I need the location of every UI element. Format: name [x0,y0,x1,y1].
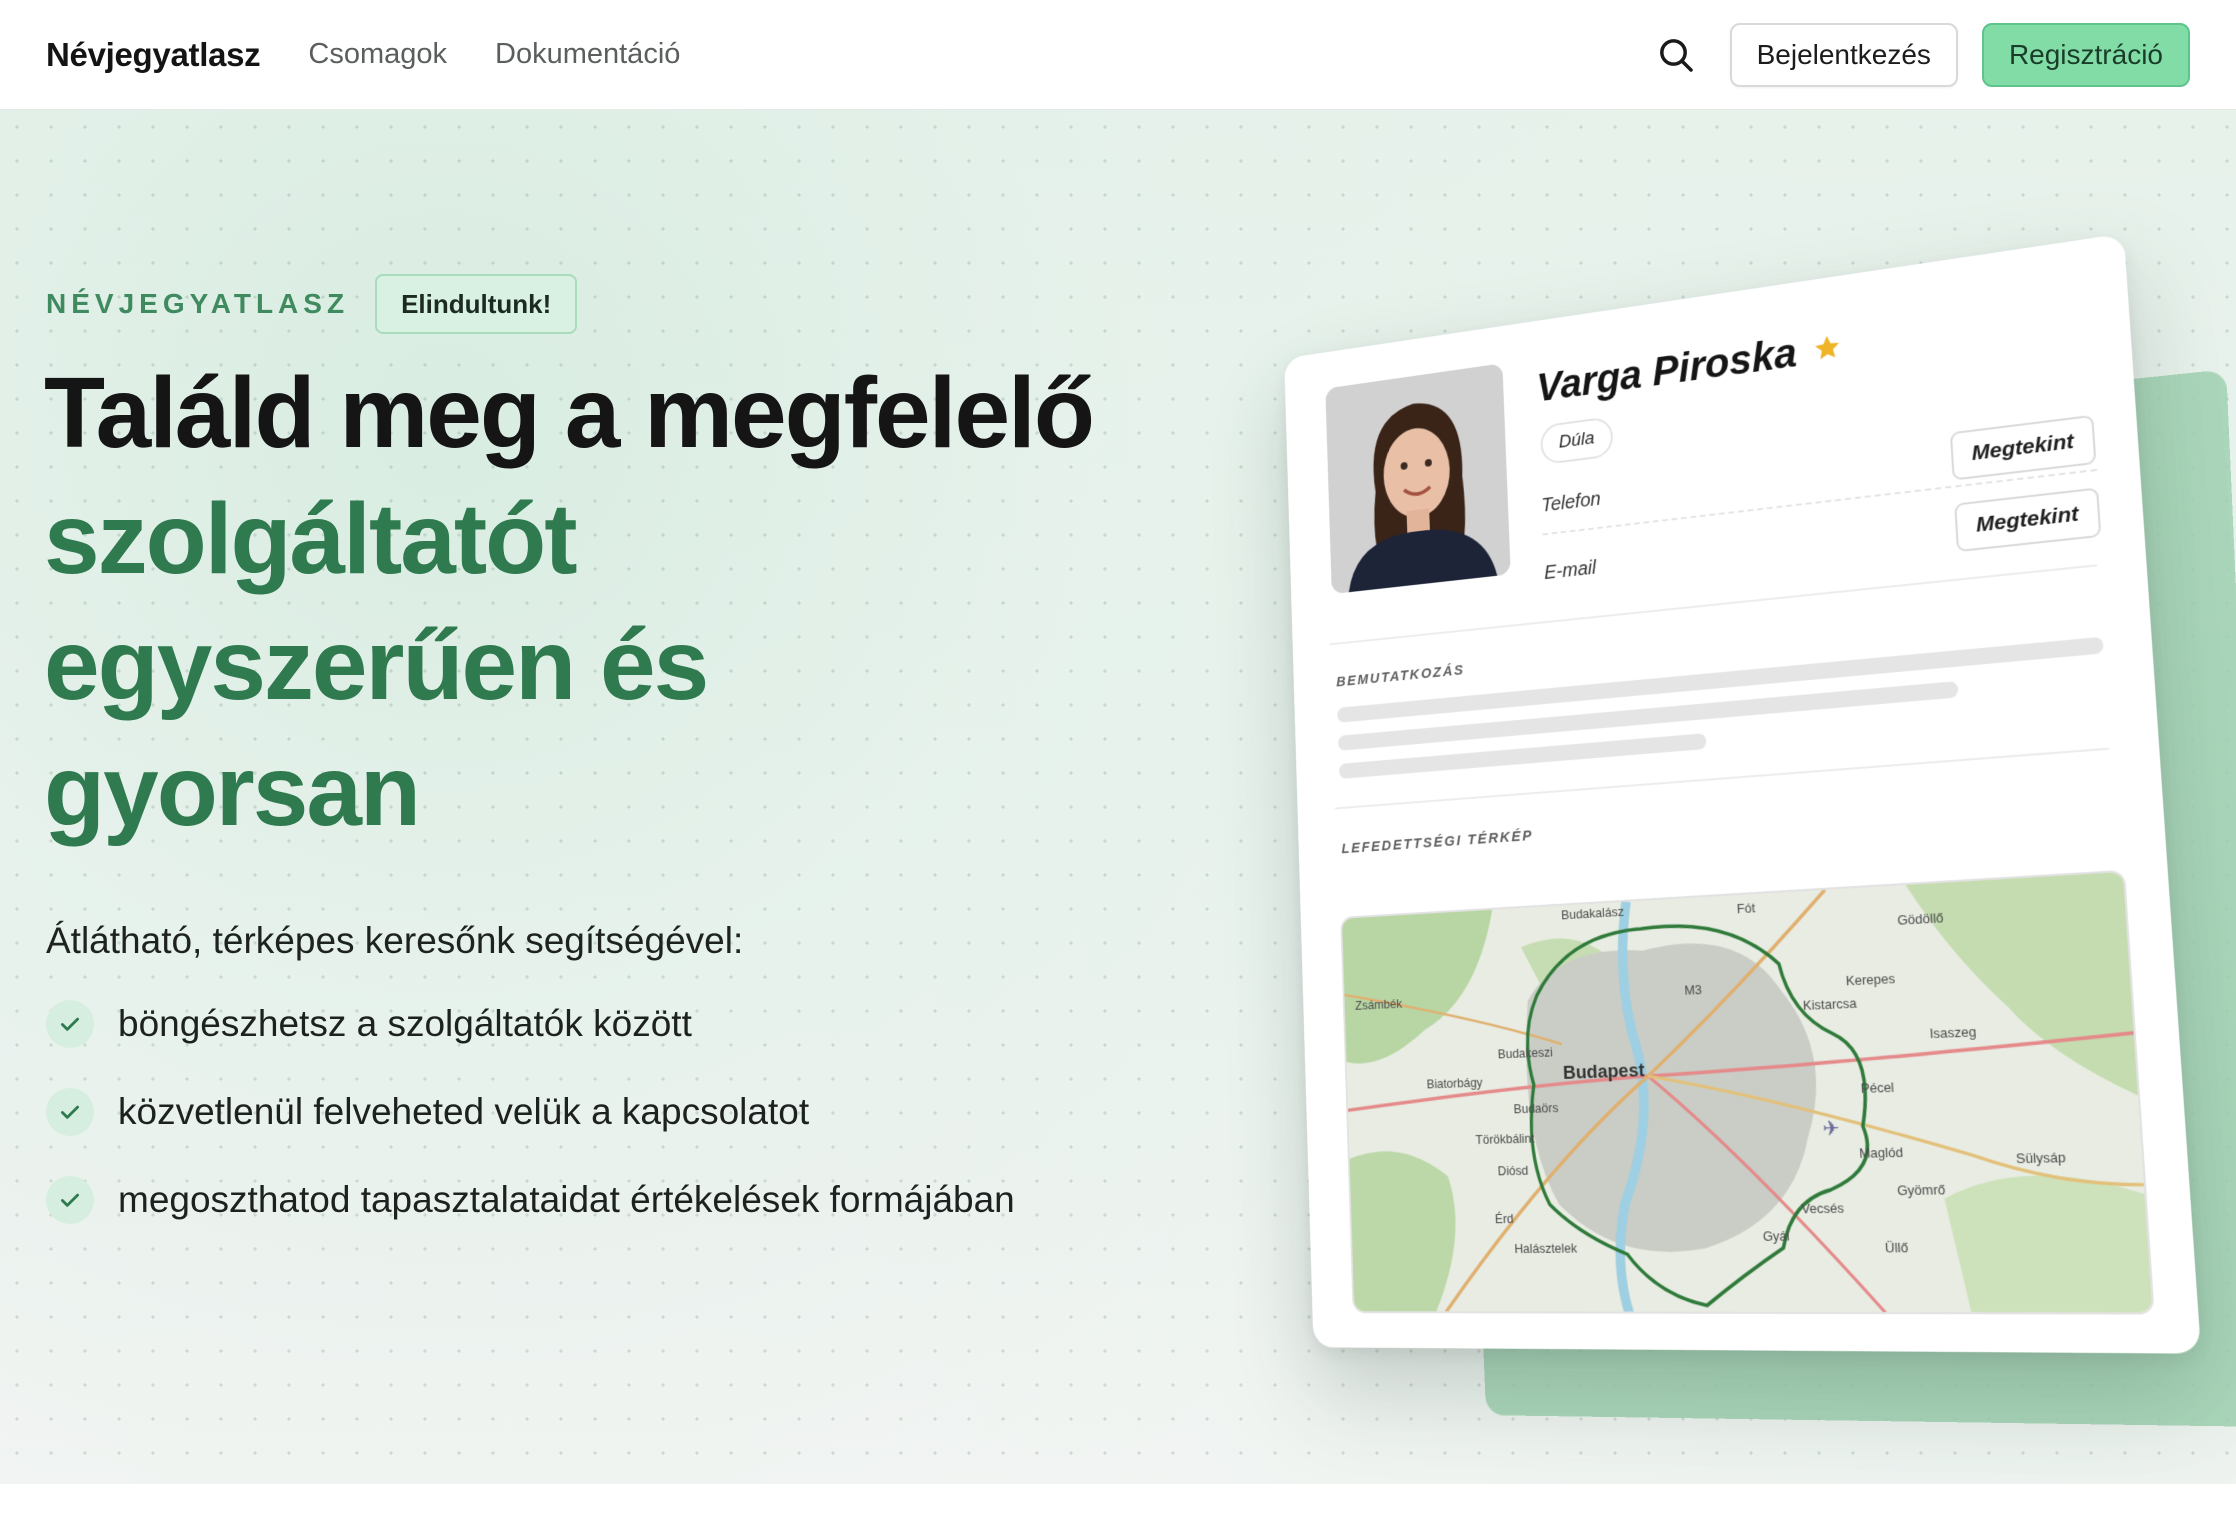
intro-section-label: BEMUTATKOZÁS [1336,661,1466,691]
airport-icon: ✈ [1822,1116,1840,1140]
map-place-label: Törökbálint [1475,1131,1535,1147]
map-place-label: Halásztelek [1514,1241,1578,1257]
map-place-label: Zsámbék [1355,996,1403,1013]
map-place-label: Vecsés [1801,1200,1844,1216]
map-place-label: Budaörs [1513,1100,1558,1116]
feature-text: megoszthatod tapasztalataidat értékelése… [118,1179,1015,1220]
feature-text: böngészhetsz a szolgáltatók között [118,1003,692,1044]
check-icon [46,1000,94,1048]
headline-line: gyorsan [44,735,421,847]
nav-link-dokumentacio[interactable]: Dokumentáció [495,38,680,71]
map-place-label: M3 [1684,982,1702,998]
map-place-label: Fót [1736,900,1756,916]
map-place-label: Gödöllő [1897,910,1944,928]
feature-item: közvetlenül felveheted velük a kapcsolat… [46,1068,1015,1156]
launch-badge: Elindultunk! [375,274,578,334]
search-icon [1659,38,1693,72]
headline-line: egyszerűen és [44,609,709,721]
search-button[interactable] [1650,29,1702,81]
phone-label: Telefon [1541,487,1602,516]
map-place-label: Kerepes [1845,971,1895,989]
hero-headline: Találd meg a megfelelő szolgáltatót egys… [44,350,1144,854]
hero-lead-text: Átlátható, térképes keresőnk segítségéve… [46,920,744,961]
map-place-label: Isaszeg [1929,1024,1977,1041]
map-place-label: Pécel [1860,1080,1894,1097]
headline-line: Találd meg a megfelelő [44,357,1095,469]
map-place-label: Budakeszi [1497,1045,1553,1062]
feature-item: böngészhetsz a szolgáltatók között [46,980,1015,1068]
coverage-map[interactable]: Budakalász Fót Gödöllő Zsámbék M3 Kerepe… [1340,869,2155,1315]
hero-eyebrow: NÉVJEGYATLASZ [46,288,350,319]
email-label: E-mail [1543,556,1597,584]
map-place-label: Biatorbágy [1426,1075,1483,1091]
brand-logo[interactable]: Névjegyatlasz [46,36,261,74]
check-icon [46,1176,94,1224]
map-place-label: Sülysáp [2016,1150,2067,1167]
profile-name: Varga Piroska [1535,329,1798,410]
avatar-portrait-image [1325,363,1511,595]
top-navbar: Névjegyatlasz Csomagok Dokumentáció Beje… [0,0,2236,110]
map-place-label: Diósd [1497,1163,1528,1178]
map-place-label: Kistarcsa [1803,996,1858,1014]
map-place-label: Budapest [1563,1059,1645,1083]
login-button[interactable]: Bejelentkezés [1729,22,1958,87]
check-icon [46,1088,94,1136]
avatar [1325,363,1511,595]
feature-list: böngészhetsz a szolgáltatók között közve… [46,980,1015,1244]
map-place-label: Érd [1495,1210,1514,1226]
headline-line: szolgáltatót [44,483,578,595]
coverage-map-graphic: Budakalász Fót Gödöllő Zsámbék M3 Kerepe… [1342,871,2155,1315]
nav-link-csomagok[interactable]: Csomagok [308,38,447,71]
feature-item: megoszthatod tapasztalataidat értékelése… [46,1156,1015,1244]
profile-name-row: Varga Piroska [1536,323,1843,411]
coverage-map-label: LEFEDETTSÉGI TÉRKÉP [1341,827,1534,858]
hero-eyebrow-row: NÉVJEGYATLASZ Elindultunk! [46,274,578,334]
profile-card: Varga Piroska Dúla Telefon Megtekint E-m… [1284,233,2202,1354]
register-button[interactable]: Regisztráció [1981,22,2190,87]
hero-bottom-band [0,1484,2236,1522]
map-place-label: Maglód [1859,1145,1904,1162]
reveal-email-button[interactable]: Megtekint [1954,487,2102,553]
map-place-label: Gyömrő [1897,1182,1946,1199]
reveal-phone-button[interactable]: Megtekint [1949,414,2097,481]
map-place-label: Gyál [1763,1228,1790,1244]
feature-text: közvetlenül felveheted velük a kapcsolat… [118,1091,810,1132]
star-icon [1814,334,1840,361]
hero-section: Varga Piroska Dúla Telefon Megtekint E-m… [0,110,2236,1522]
role-badge: Dúla [1539,416,1614,466]
map-place-label: Üllő [1885,1240,1909,1256]
